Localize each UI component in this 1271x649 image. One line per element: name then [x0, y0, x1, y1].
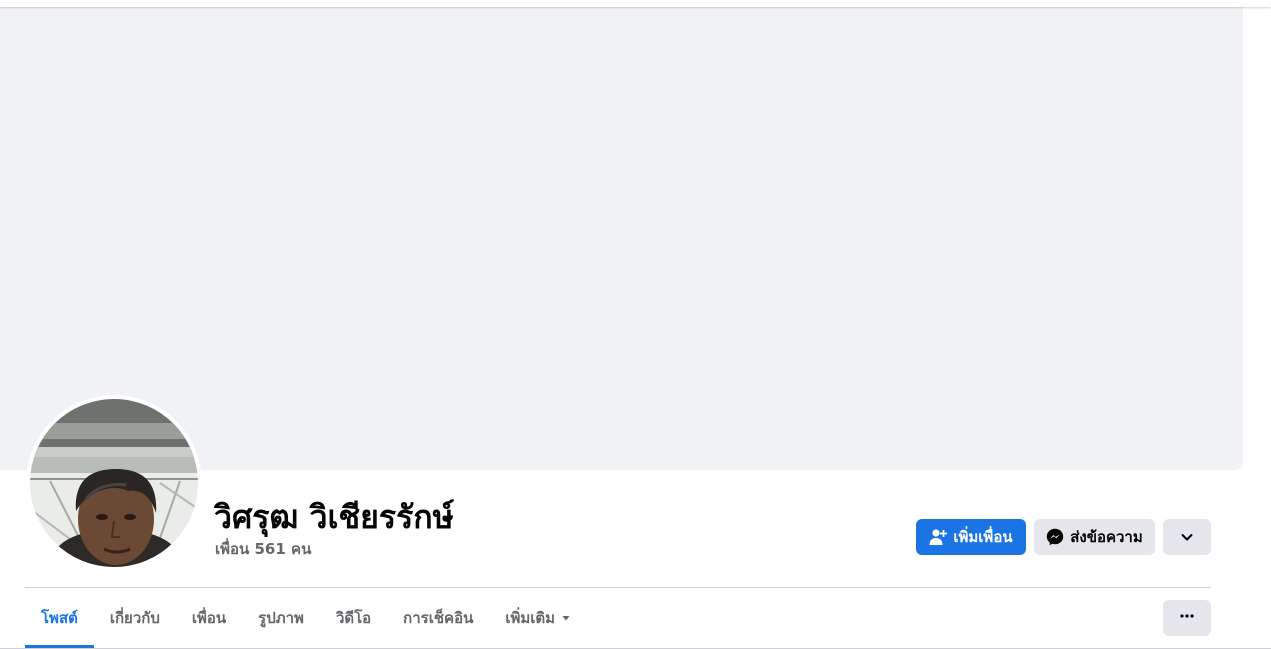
tab-photos[interactable]: รูปภาพ [242, 588, 320, 648]
tab-more[interactable]: เพิ่มเติม [489, 588, 587, 648]
add-friend-button[interactable]: เพิ่มเพื่อน [916, 519, 1026, 555]
tab-label: วิดีโอ [335, 609, 372, 627]
tab-label: การเช็คอิน [403, 609, 474, 627]
friend-count[interactable]: เพื่อน 561 คน [215, 537, 311, 561]
tab-about[interactable]: เกี่ยวกับ [94, 588, 176, 648]
tab-posts[interactable]: โพสต์ [25, 588, 94, 648]
add-friend-label: เพิ่มเพื่อน [953, 528, 1013, 546]
ellipsis-icon [1179, 608, 1195, 629]
page-gutter [1243, 0, 1271, 470]
tab-label: เกี่ยวกับ [109, 609, 160, 627]
profile-avatar[interactable] [30, 399, 198, 567]
tab-videos[interactable]: วิดีโอ [320, 588, 387, 648]
send-message-button[interactable]: ส่งข้อความ [1034, 519, 1155, 555]
profile-more-button[interactable] [1163, 519, 1211, 555]
tab-friends[interactable]: เพื่อน [176, 588, 242, 648]
tab-label: โพสต์ [41, 609, 78, 627]
caret-down-icon [561, 613, 571, 623]
tab-label: เพื่อน [191, 609, 227, 627]
tab-label: รูปภาพ [258, 609, 304, 627]
messenger-icon [1046, 528, 1064, 546]
tab-options-button[interactable] [1163, 600, 1211, 636]
tab-label: เพิ่มเติม [505, 609, 556, 627]
profile-tabs: โพสต์ เกี่ยวกับ เพื่อน รูปภาพ วิดีโอ การ… [25, 588, 587, 648]
profile-name: วิศรุฒ วิเชียรรักษ์ [214, 498, 454, 536]
tab-checkins[interactable]: การเช็คอิน [387, 588, 489, 648]
cover-photo[interactable] [0, 0, 1243, 470]
user-plus-icon [929, 528, 948, 546]
send-message-label: ส่งข้อความ [1070, 528, 1143, 546]
chevron-down-icon [1180, 530, 1194, 544]
avatar-photo [30, 399, 198, 567]
top-nav-shadow [0, 0, 1271, 7]
